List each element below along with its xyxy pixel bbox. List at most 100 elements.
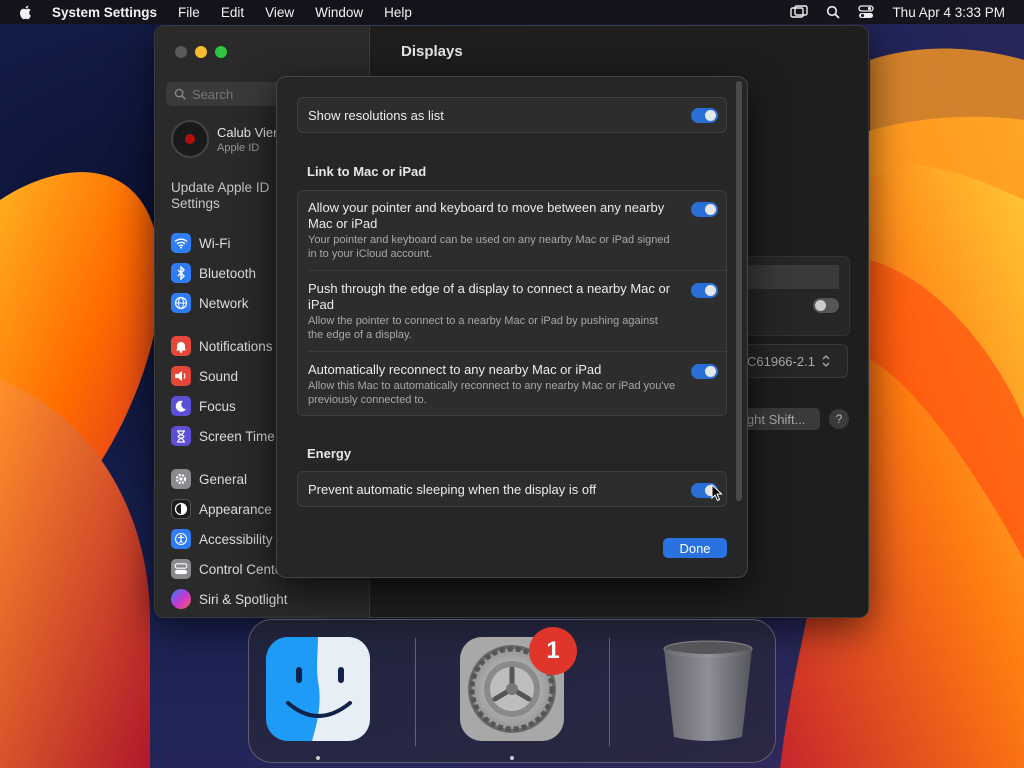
accessibility-icon (171, 529, 191, 549)
link-settings-group: Allow your pointer and keyboard to move … (297, 190, 727, 416)
sidebar-item-control-center[interactable]: Control Cente (171, 559, 282, 579)
search-icon (174, 88, 186, 100)
menu-window[interactable]: Window (315, 5, 363, 20)
speaker-icon (171, 366, 191, 386)
window-controls (175, 46, 227, 58)
sidebar-item-label: Bluetooth (199, 265, 257, 281)
zoom-button[interactable] (215, 46, 227, 58)
page-title: Displays (401, 43, 463, 60)
section-link-mac-ipad: Link to Mac or iPad (307, 164, 427, 179)
running-indicator (510, 756, 514, 760)
bell-icon (171, 336, 191, 356)
appearance-icon (171, 499, 191, 519)
menu-app-name[interactable]: System Settings (52, 5, 157, 20)
section-energy: Energy (307, 446, 352, 461)
prevent-sleep-label: Prevent automatic sleeping when the disp… (308, 482, 597, 497)
gear-icon (171, 469, 191, 489)
spotlight-search-icon[interactable] (826, 5, 841, 19)
menu-view[interactable]: View (265, 5, 294, 20)
color-profile-value: C61966-2.1 (747, 353, 815, 369)
mouse-pointer-icon (711, 484, 723, 502)
advanced-display-sheet: Show resolutions as list Link to Mac or … (276, 76, 748, 578)
pointer-keyboard-title: Allow your pointer and keyboard to move … (308, 200, 665, 231)
auto-reconnect-toggle[interactable] (691, 364, 718, 379)
color-profile-select[interactable]: C61966-2.1 (742, 344, 848, 378)
hourglass-icon (171, 426, 191, 446)
control-center-icon[interactable] (858, 5, 875, 19)
sidebar-item-accessibility[interactable]: Accessibility (171, 529, 273, 549)
avatar (171, 120, 209, 158)
pointer-keyboard-toggle[interactable] (691, 202, 718, 217)
done-button[interactable]: Done (663, 538, 727, 558)
apple-logo-icon[interactable] (18, 4, 34, 20)
search-placeholder: Search (192, 86, 234, 102)
moon-icon (171, 396, 191, 416)
prevent-sleep-row: Prevent automatic sleeping when the disp… (297, 471, 727, 507)
menu-clock[interactable]: Thu Apr 4 3:33 PM (892, 5, 1005, 20)
close-button[interactable] (175, 46, 187, 58)
push-edge-title: Push through the edge of a display to co… (308, 281, 671, 312)
sidebar-item-label: Screen Time (199, 428, 275, 444)
auto-reconnect-row: Automatically reconnect to any nearby Ma… (298, 362, 726, 412)
pointer-keyboard-row: Allow your pointer and keyboard to move … (298, 200, 726, 270)
sidebar-item-label: Control Cente (199, 561, 283, 577)
chevron-updown-icon (822, 355, 830, 367)
sidebar-item-label: General (199, 471, 248, 487)
push-edge-toggle[interactable] (691, 283, 718, 298)
push-edge-desc: Allow the pointer to connect to a nearby… (308, 315, 658, 341)
night-shift-button[interactable]: ight Shift... (736, 408, 820, 430)
menu-bar: System Settings File Edit View Window He… (0, 0, 1024, 24)
scrollbar[interactable] (736, 81, 742, 501)
arrangement-bar (740, 265, 839, 289)
sidebar-item-screen-time[interactable]: Screen Time (171, 426, 275, 446)
sidebar-item-label: Appearance (199, 501, 272, 517)
menu-edit[interactable]: Edit (221, 5, 244, 20)
control-center-icon (171, 559, 191, 579)
sidebar-item-label: Accessibility (199, 531, 273, 547)
running-indicator (316, 756, 320, 760)
sidebar-item-label: Wi-Fi (199, 235, 231, 251)
menu-file[interactable]: File (178, 5, 200, 20)
pointer-keyboard-desc: Your pointer and keyboard can be used on… (308, 234, 670, 260)
finder-icon[interactable] (266, 637, 370, 741)
globe-icon (171, 293, 191, 313)
dock-separator (415, 638, 416, 746)
show-resolutions-toggle[interactable] (691, 108, 718, 123)
siri-icon (171, 589, 191, 609)
sidebar-item-general[interactable]: General (171, 469, 247, 489)
divider (308, 351, 726, 352)
sidebar-item-label: Siri & Spotlight (199, 591, 288, 607)
sidebar-item-focus[interactable]: Focus (171, 396, 236, 416)
help-button[interactable]: ? (829, 409, 849, 429)
dock-separator (609, 638, 610, 746)
show-resolutions-label: Show resolutions as list (308, 108, 444, 123)
sidebar-item-notifications[interactable]: Notifications (171, 336, 273, 356)
sidebar-item-siri-spotlight[interactable]: Siri & Spotlight (171, 589, 288, 609)
show-resolutions-row: Show resolutions as list (297, 97, 727, 133)
sidebar-item-bluetooth[interactable]: Bluetooth (171, 263, 256, 283)
dock (248, 619, 776, 763)
auto-reconnect-desc: Allow this Mac to automatically reconnec… (308, 380, 676, 406)
sidebar-item-sound[interactable]: Sound (171, 366, 238, 386)
apple-id-profile[interactable]: Calub Vier Apple ID (171, 120, 277, 158)
sidebar-item-label: Notifications (199, 338, 273, 354)
sidebar-item-label: Focus (199, 398, 236, 414)
profile-subtitle: Apple ID (217, 141, 260, 154)
divider (308, 270, 726, 271)
notification-badge: 1 (529, 627, 577, 675)
menu-help[interactable]: Help (384, 5, 412, 20)
sidebar-item-appearance[interactable]: Appearance (171, 499, 272, 519)
push-edge-row: Push through the edge of a display to co… (298, 281, 726, 351)
wifi-icon (171, 233, 191, 253)
background-toggle[interactable] (813, 298, 839, 313)
screen-mirroring-icon[interactable] (790, 5, 809, 19)
bluetooth-icon (171, 263, 191, 283)
minimize-button[interactable] (195, 46, 207, 58)
profile-name: Calub Vier (217, 124, 278, 140)
sidebar-item-label: Network (199, 295, 249, 311)
sidebar-item-label: Sound (199, 368, 239, 384)
trash-icon[interactable] (656, 637, 760, 741)
auto-reconnect-title: Automatically reconnect to any nearby Ma… (308, 362, 602, 377)
sidebar-item-wifi[interactable]: Wi-Fi (171, 233, 230, 253)
sidebar-item-network[interactable]: Network (171, 293, 249, 313)
